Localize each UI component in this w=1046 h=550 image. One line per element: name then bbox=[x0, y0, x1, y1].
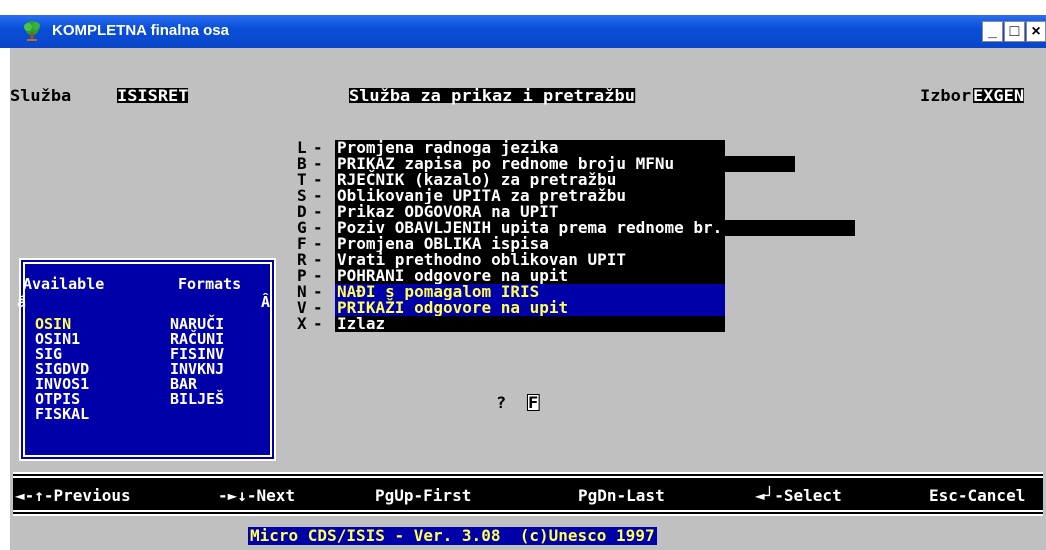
close-button[interactable]: × bbox=[1026, 21, 1046, 42]
menu-label: Izlaz bbox=[335, 316, 725, 332]
select-key[interactable]: ◄┘-Select bbox=[755, 486, 842, 505]
maximize-button[interactable]: □ bbox=[1004, 21, 1025, 42]
sluzba-value: ISISRET bbox=[117, 86, 189, 105]
izbor-label: Izbor bbox=[920, 86, 972, 105]
pgup-first-key[interactable]: PgUp-First bbox=[375, 486, 471, 505]
prompt-question: ? bbox=[496, 393, 507, 412]
format-item[interactable]: FISKAL bbox=[35, 407, 89, 422]
formats-title-right: Formats bbox=[178, 275, 242, 293]
formats-title-left: Available bbox=[23, 275, 105, 293]
scroll-left-marker: ă bbox=[17, 293, 27, 311]
previous-key[interactable]: ◄-↑-Previous bbox=[15, 486, 131, 505]
sluzba-label: Služba bbox=[10, 86, 72, 105]
version-footer: Micro CDS/ISIS - Ver. 3.08 (c)Unesco 199… bbox=[248, 526, 657, 545]
scroll-right-marker: Â bbox=[261, 293, 271, 311]
pgdn-last-key[interactable]: PgDn-Last bbox=[578, 486, 665, 505]
izbor-value: EXGEN bbox=[973, 86, 1025, 105]
menu-item-x[interactable]: X - Izlaz bbox=[297, 316, 725, 332]
window-title: KOMPLETNA finalna osa bbox=[52, 22, 229, 39]
menu-dash: - bbox=[313, 314, 323, 333]
choice-input[interactable]: F bbox=[526, 394, 540, 411]
menu-label: PRIKAŽI odgovore na upit bbox=[335, 300, 725, 316]
next-key[interactable]: -►↓-Next bbox=[218, 486, 295, 505]
available-formats-panel: Available Formats ă Â OSIN OSIN1 SIG SIGDVD… bbox=[17, 258, 276, 461]
service-title: Služba za prikaz i pretražbu bbox=[349, 86, 635, 105]
tree-app-icon bbox=[24, 21, 40, 41]
minimize-button[interactable]: _ bbox=[982, 21, 1003, 42]
navigation-bar: ◄-↑-Previous -►↓-Next PgUp-First PgDn-La… bbox=[13, 472, 1043, 516]
window-title-bar[interactable]: KOMPLETNA finalna osa _ □ × bbox=[0, 15, 1046, 48]
format-item[interactable]: BILJEŠ bbox=[170, 392, 224, 407]
cancel-key[interactable]: Esc-Cancel bbox=[929, 486, 1025, 505]
dos-console: Služba ISISRET Služba za prikaz i pretra… bbox=[10, 48, 1046, 550]
